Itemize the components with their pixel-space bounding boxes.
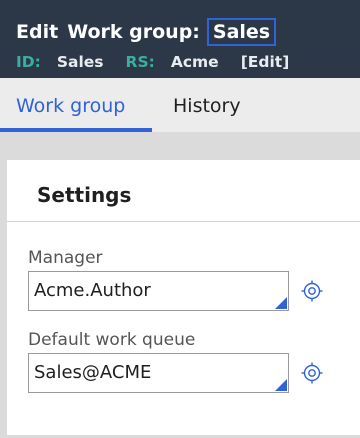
settings-panel: Settings Manager Acme.Author Default wor… (7, 160, 360, 435)
id-value: Sales (56, 53, 104, 71)
tab-history[interactable]: History (173, 78, 241, 132)
autocomplete-indicator-icon (275, 297, 287, 309)
title-action: Edit (16, 21, 59, 43)
section-divider (7, 221, 360, 222)
tab-bar: Work group History (0, 78, 360, 132)
page-header: Edit Work group: Sales ID: Sales RS: Acm… (0, 0, 360, 78)
manager-value: Acme.Author (34, 280, 151, 301)
id-key: ID: (16, 53, 41, 71)
edit-ruleset-link[interactable]: [Edit] (241, 53, 290, 71)
work-queue-input[interactable]: Sales@ACME (28, 353, 289, 393)
page-title: Edit Work group: Sales (16, 17, 277, 47)
manager-input[interactable]: Acme.Author (28, 271, 289, 311)
target-icon[interactable] (300, 279, 324, 303)
section-title: Settings (37, 183, 132, 207)
tab-work-group[interactable]: Work group (16, 78, 125, 132)
header-meta: ID: Sales RS: Acme [Edit] (16, 51, 289, 73)
title-name: Sales (206, 18, 277, 46)
autocomplete-indicator-icon (275, 379, 287, 391)
rs-value: Acme (170, 53, 219, 71)
manager-label: Manager (28, 248, 103, 268)
target-icon[interactable] (300, 361, 324, 385)
work-queue-value: Sales@ACME (34, 362, 152, 383)
rs-key: RS: (125, 53, 155, 71)
title-class: Work group: (67, 21, 200, 43)
active-tab-indicator (0, 128, 152, 132)
work-queue-label: Default work queue (28, 330, 196, 350)
